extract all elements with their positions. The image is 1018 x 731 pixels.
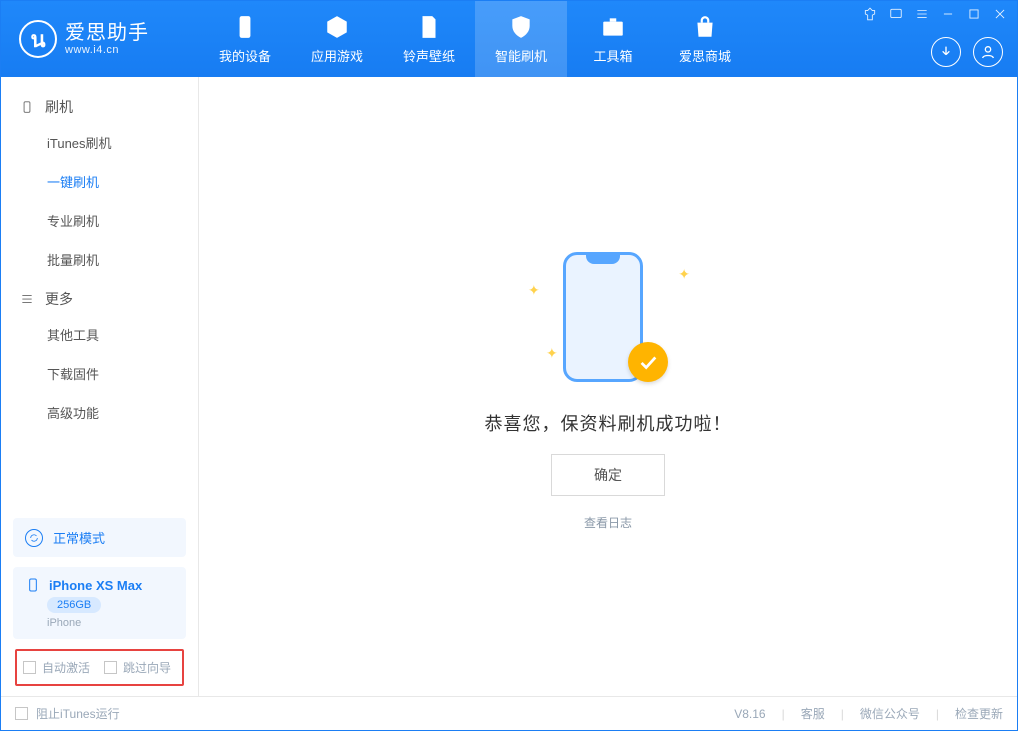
tab-label: 爱思商城 [679, 46, 731, 65]
tab-store[interactable]: 爱思商城 [659, 1, 751, 77]
sidebar-scroll: 刷机 iTunes刷机 一键刷机 专业刷机 批量刷机 更多 其他工具 下载固件 … [1, 77, 198, 508]
sidebar-item-pro-flash[interactable]: 专业刷机 [1, 201, 198, 240]
device-row: iPhone XS Max [25, 577, 174, 593]
account-button[interactable] [973, 37, 1003, 67]
status-bar: 阻止iTunes运行 V8.16 | 客服 | 微信公众号 | 检查更新 [1, 696, 1017, 730]
phone-outline-icon [25, 577, 41, 593]
minimize-icon[interactable] [941, 7, 955, 21]
block-itunes-label: 阻止iTunes运行 [36, 705, 120, 722]
sidebar-bottom: 正常模式 iPhone XS Max 256GB iPhone 自动激活 [1, 508, 198, 696]
success-message: 恭喜您，保资料刷机成功啦！ [485, 410, 732, 436]
sidebar-section-flash: 刷机 [1, 87, 198, 123]
top-tabs: 我的设备 应用游戏 铃声壁纸 智能刷机 工具箱 爱思商城 [199, 1, 751, 77]
tab-ringtones[interactable]: 铃声壁纸 [383, 1, 475, 77]
main-panel: ✦ ✦ ✦ 恭喜您，保资料刷机成功啦！ 确定 查看日志 [199, 77, 1017, 696]
success-illustration: ✦ ✦ ✦ [518, 242, 698, 392]
separator: | [841, 707, 844, 721]
brand-text: 爱思助手 www.i4.cn [65, 22, 149, 56]
feedback-icon[interactable] [889, 7, 903, 21]
sparkle-icon: ✦ [546, 345, 558, 362]
ok-button[interactable]: 确定 [551, 454, 665, 496]
tab-my-device[interactable]: 我的设备 [199, 1, 291, 77]
sidebar-item-batch-flash[interactable]: 批量刷机 [1, 240, 198, 279]
list-icon [19, 291, 35, 307]
tab-apps-games[interactable]: 应用游戏 [291, 1, 383, 77]
version-label: V8.16 [734, 707, 765, 721]
tab-label: 智能刷机 [495, 46, 547, 65]
phone-icon [232, 14, 258, 40]
footer-link-update[interactable]: 检查更新 [955, 705, 1003, 722]
app-window: { "brand": { "title": "爱思助手", "subtitle"… [0, 0, 1018, 731]
window-controls [863, 7, 1007, 21]
checkbox-icon [23, 661, 36, 674]
footer-link-wechat[interactable]: 微信公众号 [860, 705, 920, 722]
shield-sync-icon [508, 14, 534, 40]
app-title: 爱思助手 [65, 22, 149, 44]
tab-label: 我的设备 [219, 46, 271, 65]
section-title: 刷机 [45, 97, 73, 117]
skin-icon[interactable] [863, 7, 877, 21]
sparkle-icon: ✦ [528, 282, 540, 299]
tab-label: 铃声壁纸 [403, 46, 455, 65]
maximize-icon[interactable] [967, 7, 981, 21]
mode-card[interactable]: 正常模式 [13, 518, 186, 557]
options-highlight-box: 自动激活 跳过向导 [15, 649, 184, 686]
footer-right: V8.16 | 客服 | 微信公众号 | 检查更新 [734, 705, 1003, 722]
block-itunes-checkbox[interactable]: 阻止iTunes运行 [15, 705, 120, 722]
tab-toolbox[interactable]: 工具箱 [567, 1, 659, 77]
sidebar-item-itunes-flash[interactable]: iTunes刷机 [1, 123, 198, 162]
footer-link-support[interactable]: 客服 [801, 705, 825, 722]
sidebar-item-advanced[interactable]: 高级功能 [1, 393, 198, 432]
opt-auto-activate[interactable]: 自动激活 [23, 659, 90, 676]
close-icon[interactable] [993, 7, 1007, 21]
device-outline-icon [19, 99, 35, 115]
mode-label: 正常模式 [53, 528, 105, 547]
device-type: iPhone [47, 617, 174, 629]
bag-icon [692, 14, 718, 40]
sidebar-item-download-firmware[interactable]: 下载固件 [1, 354, 198, 393]
download-button[interactable] [931, 37, 961, 67]
tab-label: 工具箱 [593, 46, 632, 65]
cube-icon [324, 14, 350, 40]
tab-label: 应用游戏 [311, 46, 363, 65]
menu-icon[interactable] [915, 7, 929, 21]
view-log-link[interactable]: 查看日志 [584, 514, 632, 531]
header-bar: น 爱思助手 www.i4.cn 我的设备 应用游戏 铃声壁纸 智能刷机 [1, 1, 1017, 77]
briefcase-icon [600, 14, 626, 40]
checkbox-icon [104, 661, 117, 674]
sidebar-item-other-tools[interactable]: 其他工具 [1, 315, 198, 354]
opt-skip-guide[interactable]: 跳过向导 [104, 659, 171, 676]
storage-pill: 256GB [47, 597, 101, 613]
app-logo-icon: น [19, 20, 57, 58]
opt-label: 自动激活 [42, 659, 90, 676]
opt-label: 跳过向导 [123, 659, 171, 676]
device-name: iPhone XS Max [49, 578, 142, 593]
sparkle-icon: ✦ [678, 266, 690, 283]
brand-block: น 爱思助手 www.i4.cn [1, 1, 199, 77]
sidebar-section-more: 更多 [1, 279, 198, 315]
section-title: 更多 [45, 289, 73, 309]
tab-smart-flash[interactable]: 智能刷机 [475, 1, 567, 77]
sync-icon [25, 529, 43, 547]
logo-letter: น [30, 22, 45, 57]
separator: | [782, 707, 785, 721]
sidebar: 刷机 iTunes刷机 一键刷机 专业刷机 批量刷机 更多 其他工具 下载固件 … [1, 77, 199, 696]
music-file-icon [416, 14, 442, 40]
separator: | [936, 707, 939, 721]
app-subtitle: www.i4.cn [65, 44, 149, 56]
body: 刷机 iTunes刷机 一键刷机 专业刷机 批量刷机 更多 其他工具 下载固件 … [1, 77, 1017, 696]
header-action-circles [931, 37, 1003, 67]
sidebar-item-one-key-flash[interactable]: 一键刷机 [1, 162, 198, 201]
checkbox-icon [15, 707, 28, 720]
check-badge-icon [628, 342, 668, 382]
device-card[interactable]: iPhone XS Max 256GB iPhone [13, 567, 186, 639]
